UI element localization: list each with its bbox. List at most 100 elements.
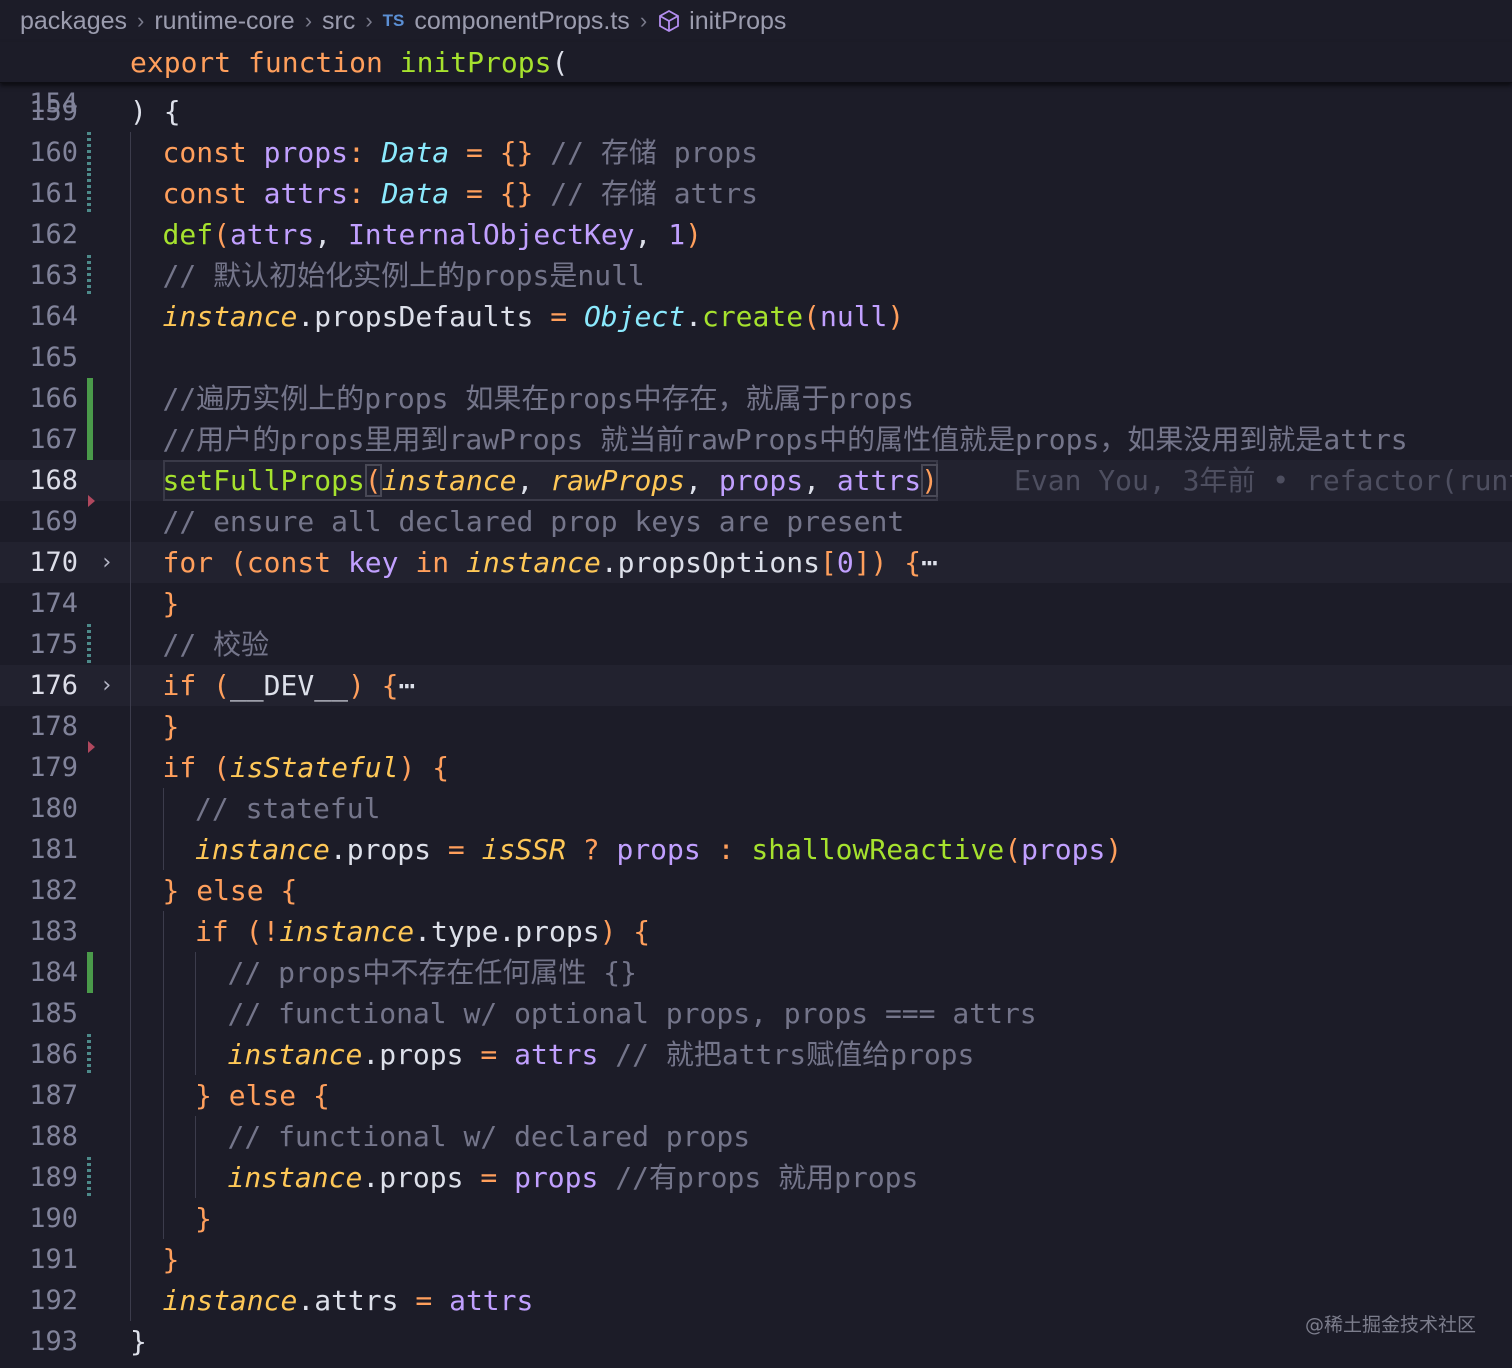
code-token: ) { xyxy=(398,751,450,784)
code-line[interactable]: 161 const attrs: Data = {} // 存储 attrs xyxy=(0,173,1512,214)
indent-guide xyxy=(130,378,131,419)
code-text: if (__DEV__) {⋯ xyxy=(163,665,416,706)
code-line[interactable]: 192 instance.attrs = attrs xyxy=(0,1280,1512,1321)
code-token: } xyxy=(195,1202,212,1235)
code-line[interactable]: 182} else { xyxy=(0,870,1512,911)
code-line[interactable]: 159) { xyxy=(0,91,1512,132)
code-line[interactable]: 176 › if (__DEV__) {⋯ xyxy=(0,665,1512,706)
code-text: if (isStateful) { xyxy=(163,747,450,788)
code-line[interactable]: 189 instance.props = props //有props 就用pro… xyxy=(0,1157,1512,1198)
fold-chevron-icon[interactable]: › xyxy=(100,665,113,706)
code-line[interactable]: 168 setFullProps(instance, rawProps, prop… xyxy=(0,460,1512,501)
code-token: attrs xyxy=(836,464,922,497)
code-token: attrs xyxy=(449,1284,534,1317)
code-token: } xyxy=(162,874,197,907)
watermark: @稀土掘金技术社区 xyxy=(1304,1314,1476,1336)
git-deleted-marker[interactable] xyxy=(88,741,95,753)
line-number: 164 xyxy=(29,301,78,332)
line-number: 191 xyxy=(29,1244,78,1275)
code-token: } xyxy=(162,1243,180,1276)
code-token: ⋯ xyxy=(921,546,938,579)
code-token: instance xyxy=(465,546,601,579)
code-line[interactable]: 184 // props中不存在任何属性 {} xyxy=(0,952,1512,993)
code-token: : xyxy=(347,136,382,169)
indent-guide xyxy=(130,1198,131,1239)
code-line[interactable]: 191} xyxy=(0,1239,1512,1280)
code-line[interactable]: 187} else { xyxy=(0,1075,1512,1116)
code-line[interactable]: 167 //用户的props里用到rawProps 就当前rawProps中的属性… xyxy=(0,419,1512,460)
code-line[interactable]: 193} xyxy=(0,1321,1512,1362)
chevron-right-icon: › xyxy=(365,8,373,33)
fold-chevron-icon[interactable]: › xyxy=(100,542,113,583)
code-token: ) xyxy=(1105,833,1123,866)
code-line[interactable]: 186 instance.props = attrs // 就把attrs赋值给p… xyxy=(0,1034,1512,1075)
code-text: // stateful xyxy=(195,788,380,829)
code-line[interactable]: 180 // stateful xyxy=(0,788,1512,829)
code-text: } xyxy=(163,583,180,624)
code-token: = xyxy=(449,177,500,210)
breadcrumb-item-runtime-core[interactable]: runtime-core xyxy=(154,7,294,36)
git-added-marker[interactable] xyxy=(87,952,93,993)
code-token: Object xyxy=(583,300,686,333)
code-token: const xyxy=(162,136,264,169)
git-modified-marker[interactable] xyxy=(87,132,91,173)
git-modified-marker[interactable] xyxy=(87,1034,91,1075)
code-line[interactable]: 165 xyxy=(0,337,1512,378)
line-number: 190 xyxy=(29,1203,78,1234)
code-token: props xyxy=(718,464,804,497)
code-line[interactable]: 175 // 校验 xyxy=(0,624,1512,665)
code-line[interactable]: 179 if (isStateful) { xyxy=(0,741,1512,788)
sticky-scroll-header[interactable]: 154 export function initProps( xyxy=(0,42,1512,119)
line-number: 174 xyxy=(29,588,78,619)
code-line[interactable]: 163 // 默认初始化实例上的props是null xyxy=(0,255,1512,296)
code-token: // props中不存在任何属性 {} xyxy=(227,956,637,989)
code-text: const attrs: Data = {} // 存储 attrs xyxy=(163,173,758,214)
code-line[interactable]: 183 if (!instance.type.props) { xyxy=(0,911,1512,952)
code-token: instance xyxy=(162,1284,298,1317)
code-line[interactable]: 160 const props: Data = {} // 存储 props xyxy=(0,132,1512,173)
code-line[interactable]: 169 // ensure all declared prop keys are … xyxy=(0,495,1512,542)
git-added-marker[interactable] xyxy=(87,419,93,460)
line-number: 165 xyxy=(29,342,78,373)
code-text: // ensure all declared prop keys are pre… xyxy=(163,501,905,542)
code-line[interactable]: 174} xyxy=(0,583,1512,624)
breadcrumb-item-src[interactable]: src xyxy=(322,7,355,36)
code-editor[interactable]: 159) {160 const props: Data = {} // 存储 pr… xyxy=(0,91,1512,1362)
code-token: 1 xyxy=(668,218,686,251)
git-modified-marker[interactable] xyxy=(87,1157,91,1198)
code-line[interactable]: 162 def(attrs, InternalObjectKey, 1) xyxy=(0,214,1512,255)
code-line[interactable]: 170 › for (const key in instance.propsOpti… xyxy=(0,542,1512,583)
git-modified-marker[interactable] xyxy=(87,173,91,214)
code-line[interactable]: 166 //遍历实例上的props 如果在props中存在，就属于props xyxy=(0,378,1512,419)
code-token: ) xyxy=(921,464,938,497)
git-modified-marker[interactable] xyxy=(87,255,91,296)
code-token: = xyxy=(449,136,500,169)
breadcrumb-item-packages[interactable]: packages xyxy=(20,7,127,36)
git-deleted-marker[interactable] xyxy=(88,495,95,507)
code-line[interactable]: 178} xyxy=(0,706,1512,747)
line-number: 183 xyxy=(29,916,78,947)
code-token: // ensure all declared prop keys are pre… xyxy=(162,505,905,538)
indent-guide xyxy=(162,911,164,952)
code-token: ) { xyxy=(599,915,651,948)
code-line[interactable]: 164 instance.propsDefaults = Object.creat… xyxy=(0,296,1512,337)
git-added-marker[interactable] xyxy=(87,378,93,419)
code-token: ? xyxy=(565,833,617,866)
code-line[interactable]: 188 // functional w/ declared props xyxy=(0,1116,1512,1157)
indent-guide xyxy=(130,419,131,460)
code-token: ( xyxy=(213,669,230,702)
code-token: ( xyxy=(364,464,382,497)
code-text: } else { xyxy=(163,870,298,911)
code-line[interactable]: 181 instance.props = isSSR ? props : shal… xyxy=(0,829,1512,870)
code-text: const props: Data = {} // 存储 props xyxy=(163,132,758,173)
indent-guide xyxy=(162,829,164,870)
code-token: = xyxy=(447,833,482,866)
code-line[interactable]: 190} xyxy=(0,1198,1512,1239)
code-token: if xyxy=(162,669,214,702)
breadcrumb-item-symbol[interactable]: initProps xyxy=(689,7,786,36)
typescript-file-icon: TS xyxy=(382,11,405,30)
code-line[interactable]: 185 // functional w/ optional props, prop… xyxy=(0,993,1512,1034)
breadcrumb-item-file[interactable]: componentProps.ts xyxy=(414,7,629,36)
git-blame-annotation[interactable]: Evan You, 3年前 • refactor(runt xyxy=(1014,460,1512,501)
git-modified-marker[interactable] xyxy=(87,624,91,665)
